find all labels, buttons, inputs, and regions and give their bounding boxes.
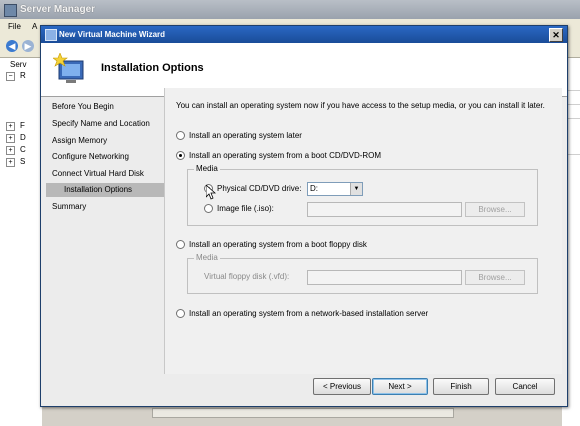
wizard-steps: Before You Begin Specify Name and Locati… [46,96,164,372]
radio-image-file[interactable] [204,204,213,213]
server-manager-app-icon [4,4,17,17]
wizard-titlebar: New Virtual Machine Wizard ✕ [41,26,567,43]
radio-install-later[interactable] [176,131,185,140]
new-virtual-machine-wizard: New Virtual Machine Wizard ✕ Installatio… [40,25,568,407]
image-file-label[interactable]: Image file (.iso): [217,204,274,213]
chevron-down-icon[interactable]: ▼ [350,183,362,195]
next-button[interactable]: Next > [372,378,428,395]
server-manager-tree: Serv − R + F + D + C + S [0,58,43,426]
finish-button[interactable]: Finish [433,378,489,395]
step-configure-networking[interactable]: Configure Networking [46,150,164,164]
back-arrow-icon[interactable]: ◀ [6,40,18,52]
option-install-network-label[interactable]: Install an operating system from a netwo… [189,309,428,318]
radio-install-floppy[interactable] [176,240,185,249]
tree-expander-icon[interactable]: + [6,158,15,167]
vfd-label: Virtual floppy disk (.vfd): [204,272,290,281]
intro-text: You can install an operating system now … [176,101,545,110]
step-installation-options[interactable]: Installation Options [46,183,164,197]
option-install-later-label[interactable]: Install an operating system later [189,131,302,140]
cancel-button[interactable]: Cancel [495,378,555,395]
step-summary[interactable]: Summary [46,200,164,214]
tree-item-label[interactable]: F [20,121,25,130]
image-file-input[interactable] [307,202,462,217]
step-label: Connect Virtual Hard Disk [52,169,144,178]
close-button[interactable]: ✕ [549,28,563,42]
forward-arrow-icon[interactable]: ▶ [22,40,34,52]
tree-expander-icon[interactable]: + [6,146,15,155]
physical-drive-select[interactable]: D: ▼ [307,182,363,196]
menu-file[interactable]: File [8,22,21,31]
step-label: Before You Begin [52,102,114,111]
wizard-content: You can install an operating system now … [164,88,562,374]
step-label: Specify Name and Location [52,119,150,128]
step-label: Installation Options [64,185,133,194]
physical-drive-value: D: [310,184,318,193]
server-manager-titlebar: Server Manager [0,0,580,19]
option-install-cd-label[interactable]: Install an operating system from a boot … [189,151,381,160]
step-assign-memory[interactable]: Assign Memory [46,134,164,148]
floppy-media-group: Media Virtual floppy disk (.vfd): Browse… [187,253,538,294]
option-install-floppy-label[interactable]: Install an operating system from a boot … [189,240,367,249]
media-group-label: Media [194,164,220,173]
wizard-app-icon [45,29,57,41]
step-label: Summary [52,202,87,211]
media-group: Media Physical CD/DVD drive: D: ▼ Image … [187,164,538,226]
tree-item-label[interactable]: R [20,71,26,80]
previous-button[interactable]: < Previous [313,378,371,395]
step-connect-vhd[interactable]: Connect Virtual Hard Disk [46,167,164,181]
tree-expander-icon[interactable]: + [6,134,15,143]
step-specify-name[interactable]: Specify Name and Location [46,117,164,131]
mouse-pointer-icon [206,185,216,200]
step-label: Configure Networking [52,152,129,161]
physical-drive-label[interactable]: Physical CD/DVD drive: [217,184,301,193]
tree-expander-icon[interactable]: + [6,122,15,131]
tree-item-label[interactable]: C [20,145,26,154]
page-title: Installation Options [101,62,204,74]
radio-install-network[interactable] [176,309,185,318]
floppy-group-label: Media [194,253,220,262]
vfd-input[interactable] [307,270,462,285]
radio-install-cd[interactable] [176,151,185,160]
tree-item-label[interactable]: S [20,157,25,166]
horizontal-scrollbar[interactable] [152,408,454,418]
computer-monitor-star-icon [53,53,84,83]
server-manager-title: Server Manager [20,4,96,15]
tree-expander-icon[interactable]: − [6,72,15,81]
step-before-you-begin[interactable]: Before You Begin [46,100,164,114]
step-label: Assign Memory [52,136,108,145]
menu-action[interactable]: A [32,22,37,31]
vfd-browse-button[interactable]: Browse... [465,270,525,285]
wizard-title: New Virtual Machine Wizard [59,30,166,39]
server-manager-statusbar [42,404,562,426]
tree-root-label[interactable]: Serv [10,60,26,69]
tree-item-label[interactable]: D [20,133,26,142]
image-browse-button[interactable]: Browse... [465,202,525,217]
